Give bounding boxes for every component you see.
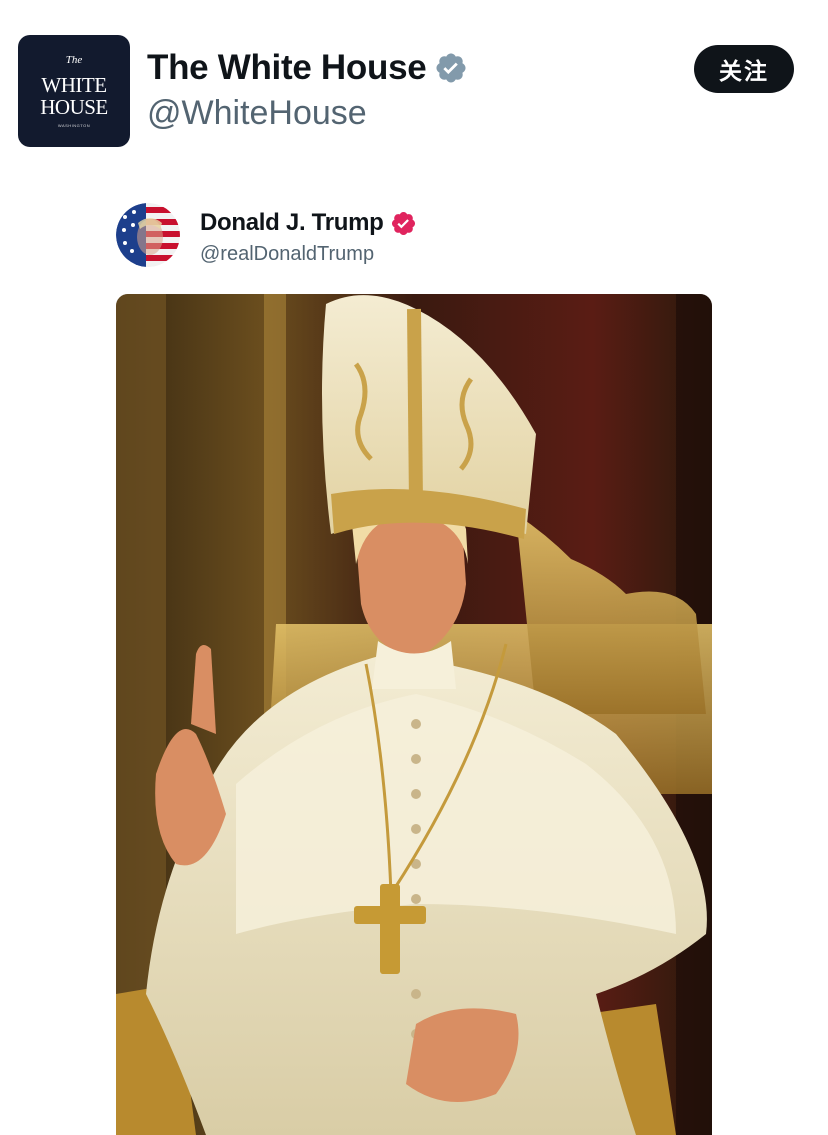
verified-badge-pink-icon	[391, 211, 415, 235]
quoted-account-name[interactable]: Donald J. Trump	[200, 209, 384, 237]
quoted-post-header[interactable]: Donald J. Trump @realDonaldTrump	[116, 200, 716, 272]
post-header: The WHITE HOUSE WASHINGTON The White Hou…	[0, 0, 828, 170]
post-media-image[interactable]	[116, 294, 712, 1135]
verified-badge-gray-icon	[436, 53, 466, 83]
logo-text-house: HOUSE	[40, 95, 108, 119]
account-name[interactable]: The White House	[147, 48, 427, 88]
white-house-avatar[interactable]: The WHITE HOUSE WASHINGTON	[18, 35, 130, 147]
logo-text-washington: WASHINGTON	[57, 123, 91, 128]
quoted-account-handle[interactable]: @realDonaldTrump	[200, 243, 374, 266]
account-name-row: The White House	[147, 46, 468, 90]
flag-portrait-avatar-icon[interactable]	[116, 203, 180, 267]
quoted-name-row: Donald J. Trump	[200, 206, 417, 240]
logo-text-the: The	[65, 54, 83, 66]
account-handle[interactable]: @WhiteHouse	[147, 94, 367, 133]
follow-button[interactable]: 关注	[694, 45, 794, 93]
